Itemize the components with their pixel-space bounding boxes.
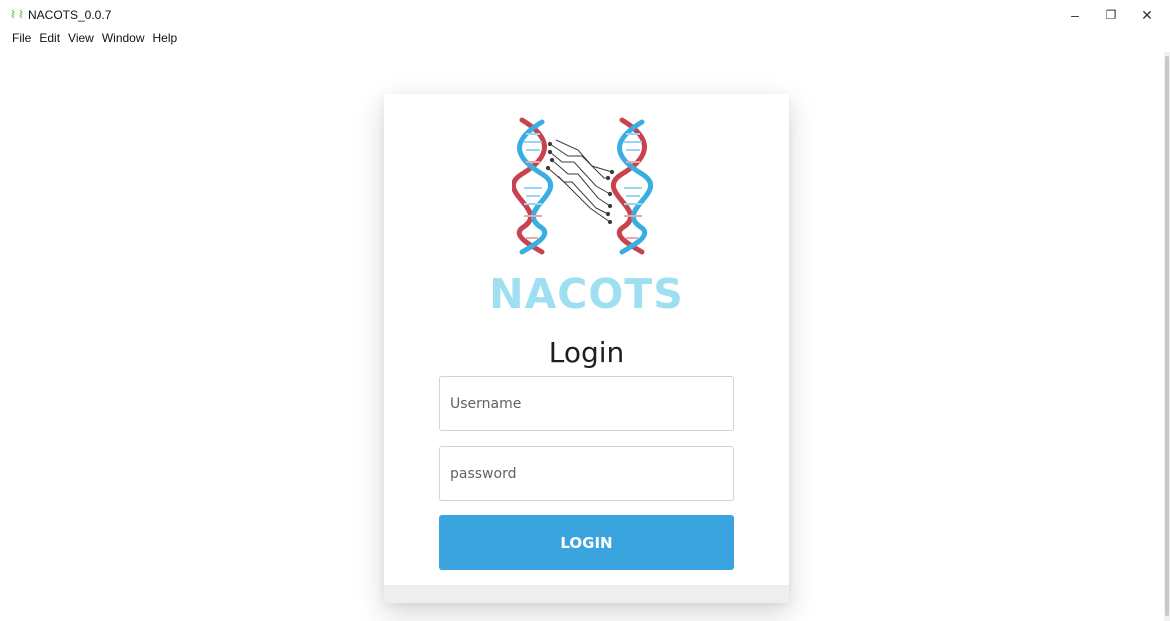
menu-window[interactable]: Window [98, 30, 149, 46]
menu-bar: File Edit View Window Help [8, 30, 181, 46]
login-heading: Login [548, 336, 625, 369]
right-dna-helix [611, 117, 653, 255]
login-button[interactable]: LOGIN [439, 515, 734, 570]
brand-name: NACOTS [489, 270, 684, 318]
menu-help[interactable]: Help [149, 30, 182, 46]
app-window: NACOTS_0.0.7 – ❐ ✕ File Edit View Window… [0, 0, 1170, 621]
minimize-icon: – [1071, 7, 1079, 23]
close-button[interactable]: ✕ [1124, 0, 1170, 30]
app-icon [11, 9, 23, 19]
password-input[interactable] [439, 446, 734, 501]
username-input[interactable] [439, 376, 734, 431]
dna-circuit-logo [512, 117, 653, 255]
menu-edit[interactable]: Edit [35, 30, 64, 46]
restore-icon: ❐ [1105, 8, 1117, 22]
title-bar: NACOTS_0.0.7 – ❐ ✕ [0, 0, 1170, 30]
close-icon: ✕ [1141, 6, 1153, 23]
card-footer [384, 585, 789, 603]
menu-view[interactable]: View [64, 30, 98, 46]
left-dna-helix [512, 117, 553, 255]
scrollbar-thumb[interactable] [1165, 56, 1169, 616]
menu-file[interactable]: File [8, 30, 35, 46]
window-title: NACOTS_0.0.7 [28, 8, 112, 22]
login-card: NACOTS Login LOGIN [384, 94, 789, 603]
circuit-traces [545, 139, 615, 225]
vertical-scrollbar[interactable] [1164, 52, 1170, 621]
